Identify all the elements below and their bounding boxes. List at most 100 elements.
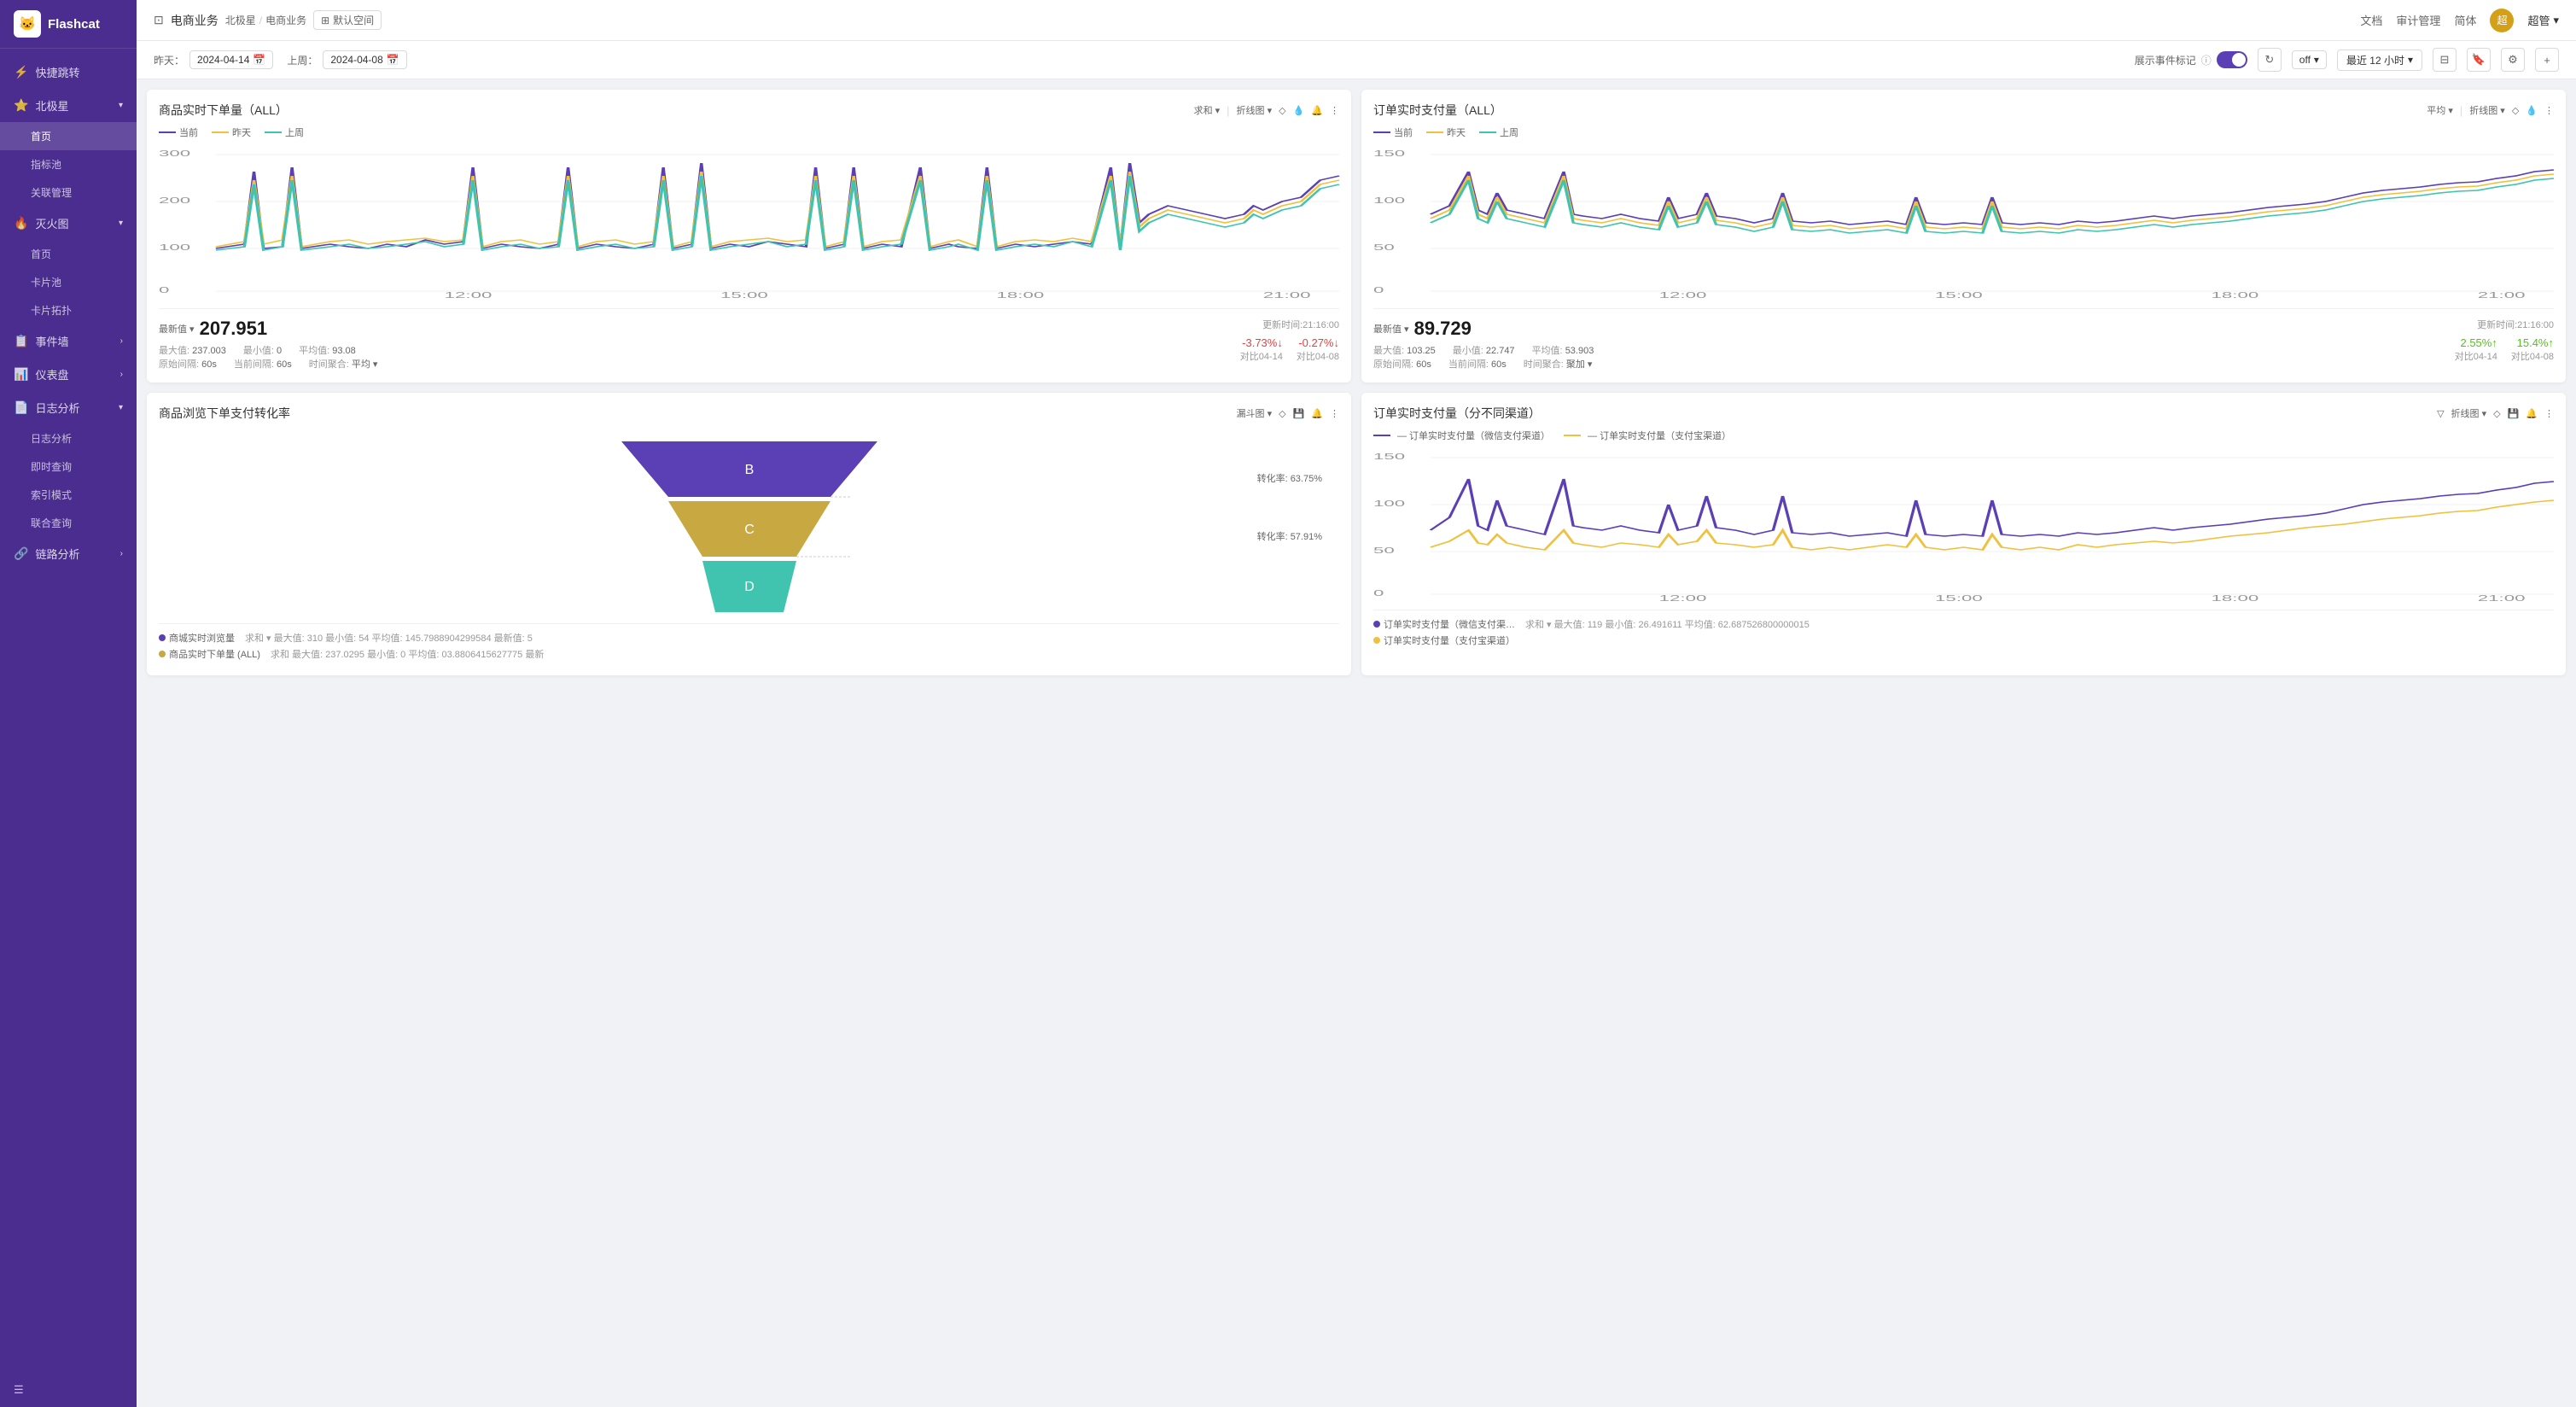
sidebar-subitem-union-query[interactable]: 联合查询 <box>0 509 137 537</box>
user-avatar: 超 <box>2490 9 2514 32</box>
save-button-3[interactable]: 💾 <box>1293 408 1305 419</box>
alert-button-3[interactable]: 🔔 <box>1311 408 1323 419</box>
user-name-button[interactable]: 超管 ▾ <box>2527 12 2559 28</box>
legend-lastweek: 上周 <box>265 126 304 139</box>
bookmark-button[interactable]: 🔖 <box>2467 48 2491 72</box>
columns-button[interactable]: ⊟ <box>2433 48 2457 72</box>
change-item-4: 15.4%↑ 对比04-08 <box>2511 336 2554 363</box>
chevron-right-icon: › <box>120 336 123 346</box>
card-controls-2: 平均 ▾ | 折线图 ▾ ◇ 💧 ⋮ <box>2427 103 2554 117</box>
sidebar-subitem-card-topo[interactable]: 卡片拓扑 <box>0 296 137 324</box>
sidebar-subitem-home[interactable]: 首页 <box>0 122 137 150</box>
metric-label-2[interactable]: 最新值 ▾ <box>1373 322 1409 336</box>
change-item-2: -0.27%↓ 对比04-08 <box>1297 336 1339 363</box>
sidebar-item-heatmap[interactable]: 🔥 灭火图 ▾ <box>0 207 137 240</box>
sidebar-subitem-heatmap-home[interactable]: 首页 <box>0 240 137 268</box>
default-space-button[interactable]: ⊞ 默认空间 <box>313 10 382 30</box>
calendar-icon: 📅 <box>253 54 265 66</box>
off-dropdown[interactable]: off ▾ <box>2292 50 2327 69</box>
sidebar-item-north-star[interactable]: ⭐ 北极星 ▾ <box>0 89 137 122</box>
funnel-type-button[interactable]: 漏斗图 ▾ <box>1237 406 1273 420</box>
sidebar-item-log-analysis[interactable]: 📄 日志分析 ▾ <box>0 391 137 424</box>
funnel-legend: 商城实时浏览量 求和 ▾ 最大值: 310 最小值: 54 平均值: 145.7… <box>159 623 1339 661</box>
breadcrumb-north-star[interactable]: 北极星 <box>225 13 256 27</box>
filter-button-4[interactable]: ▽ <box>2437 408 2444 419</box>
settings-button[interactable]: ⚙ <box>2501 48 2525 72</box>
event-toggle-switch[interactable] <box>2217 51 2247 68</box>
agg-sum-button[interactable]: 求和 ▾ <box>1194 103 1221 117</box>
sidebar-item-quick-jump[interactable]: ⚡ 快捷跳转 <box>0 55 137 89</box>
card-header-1: 商品实时下单量（ALL） 求和 ▾ | 折线图 ▾ ◇ 💧 🔔 ⋮ <box>159 102 1339 119</box>
heatmap-icon: 🔥 <box>14 216 28 231</box>
event-mark-toggle: 展示事件标记 ⓘ <box>2135 51 2247 68</box>
north-star-icon: ⭐ <box>14 98 28 113</box>
drop-button[interactable]: 💧 <box>1293 105 1305 116</box>
svg-text:0: 0 <box>159 285 169 295</box>
off-label: off <box>2299 54 2311 66</box>
change-item-1: -3.73%↓ 对比04-14 <box>1240 336 1283 363</box>
dashboard-icon: 📊 <box>14 367 28 382</box>
chart-svg-4: 150 100 50 0 12:00 15:00 18:00 21:00 <box>1373 449 2554 603</box>
svg-text:12:00: 12:00 <box>1659 593 1707 604</box>
chevron-down-icon: ▾ <box>2408 54 2413 66</box>
sidebar-item-event-wall[interactable]: 📋 事件墙 › <box>0 324 137 358</box>
save-button-4[interactable]: 💾 <box>2508 408 2520 419</box>
alert-button-4[interactable]: 🔔 <box>2526 408 2538 419</box>
change-value-2: -0.27%↓ <box>1297 336 1339 349</box>
svg-text:18:00: 18:00 <box>2211 593 2258 604</box>
agg-avg-button[interactable]: 平均 ▾ <box>2427 103 2453 117</box>
sidebar-subitem-log-analysis[interactable]: 日志分析 <box>0 424 137 452</box>
legend-lastweek-2: 上周 <box>1479 126 1518 139</box>
diamond-button-3[interactable]: ◇ <box>1279 408 1285 419</box>
metric-label-1[interactable]: 最新值 ▾ <box>159 322 195 336</box>
chart4-legend: 订单实时支付量（微信支付渠… 求和 ▾ 最大值: 119 最小值: 26.491… <box>1373 610 2554 647</box>
drop-button-2[interactable]: 💧 <box>2526 105 2538 116</box>
audit-link[interactable]: 审计管理 <box>2396 12 2440 28</box>
log-analysis-icon: 📄 <box>14 400 28 415</box>
alert-button[interactable]: 🔔 <box>1311 105 1323 116</box>
refresh-button[interactable]: ↻ <box>2258 48 2282 72</box>
avg-stat: 平均值: 93.08 <box>299 343 356 357</box>
card-title-1: 商品实时下单量（ALL） <box>159 102 288 119</box>
sidebar-subitem-relation[interactable]: 关联管理 <box>0 178 137 207</box>
legend-text-1: 商城实时浏览量 <box>169 631 235 645</box>
legend-label: 当前 <box>179 126 198 139</box>
calendar-icon: 📅 <box>387 54 399 66</box>
lastweek-date-input[interactable]: 2024-04-08 📅 <box>323 50 406 69</box>
chart-card-4: 订单实时支付量（分不同渠道） ▽ 折线图 ▾ ◇ 💾 🔔 ⋮ — 订单实时支付量… <box>1361 393 2566 675</box>
diamond-button-4[interactable]: ◇ <box>2493 408 2500 419</box>
chart-type-button-2[interactable]: 折线图 ▾ <box>2469 103 2505 117</box>
time-range-label: 最近 12 小时 <box>2346 53 2404 67</box>
add-button[interactable]: + <box>2535 48 2559 72</box>
docs-link[interactable]: 文档 <box>2360 12 2382 28</box>
refresh-icon: ↻ <box>2264 53 2274 67</box>
yesterday-date-input[interactable]: 2024-04-14 📅 <box>189 50 273 69</box>
toggle-knob <box>2232 53 2246 67</box>
card-title-2: 订单实时支付量（ALL） <box>1373 102 1502 119</box>
chart-type-button[interactable]: 折线图 ▾ <box>1237 103 1273 117</box>
legend-text-alipay: 订单实时支付量（支付宝渠道） <box>1384 633 1515 647</box>
more-button-4[interactable]: ⋮ <box>2544 408 2554 419</box>
diamond-button-2[interactable]: ◇ <box>2512 105 2519 116</box>
sidebar-item-link-analysis[interactable]: 🔗 链路分析 › <box>0 537 137 570</box>
language-link[interactable]: 简体 <box>2454 12 2476 28</box>
sidebar-item-dashboard[interactable]: 📊 仪表盘 › <box>0 358 137 391</box>
bookmark-icon: 🔖 <box>2472 53 2486 67</box>
chevron-right-icon: › <box>120 370 123 379</box>
time-range-dropdown[interactable]: 最近 12 小时 ▾ <box>2337 50 2422 71</box>
more-button-3[interactable]: ⋮ <box>1330 408 1339 419</box>
breadcrumb-ecommerce[interactable]: 电商业务 <box>265 13 306 27</box>
more-button-2[interactable]: ⋮ <box>2544 105 2554 116</box>
legend-label: 昨天 <box>232 126 251 139</box>
sidebar-subitem-card-pool[interactable]: 卡片池 <box>0 268 137 296</box>
legend-wechat: — 订单实时支付量（微信支付渠道） <box>1373 429 1550 442</box>
more-button[interactable]: ⋮ <box>1330 105 1339 116</box>
sidebar-subitem-metrics[interactable]: 指标池 <box>0 150 137 178</box>
svg-text:15:00: 15:00 <box>1935 593 1983 604</box>
chart-type-button-4[interactable]: 折线图 ▾ <box>2451 406 2487 420</box>
sidebar-subitem-index-mode[interactable]: 索引模式 <box>0 481 137 509</box>
legend-yesterday: 昨天 <box>212 126 251 139</box>
sidebar-subitem-realtime-query[interactable]: 即时查询 <box>0 452 137 481</box>
diamond-button[interactable]: ◇ <box>1279 105 1285 116</box>
sidebar-bottom[interactable]: ☰ <box>0 1373 137 1407</box>
